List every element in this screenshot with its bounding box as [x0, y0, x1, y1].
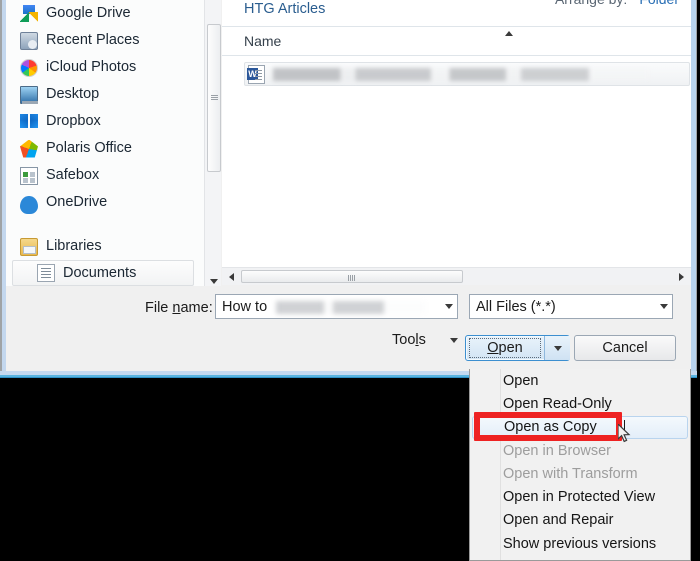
file-group-header: HTG Articles — [244, 1, 326, 17]
table-row[interactable] — [244, 62, 690, 86]
navigation-pane[interactable]: Google Drive Recent Places iCloud Photos… — [6, 0, 204, 290]
scroll-right-arrow-icon[interactable] — [673, 268, 690, 285]
sidebar-group-spacer — [6, 216, 204, 233]
menu-item-open-in-protected-view[interactable]: Open in Protected View — [470, 485, 690, 508]
sidebar-item-desktop[interactable]: Desktop — [6, 81, 204, 108]
scroll-left-arrow-icon[interactable] — [223, 268, 240, 285]
cancel-button[interactable]: Cancel — [574, 335, 676, 361]
menu-item-label: Open and Repair — [503, 512, 614, 529]
sidebar-item-icloud-photos[interactable]: iCloud Photos — [6, 54, 204, 81]
menu-item-show-previous-versions[interactable]: Show previous versions — [470, 532, 690, 555]
documents-library-icon — [37, 264, 55, 282]
file-type-dropdown[interactable]: All Files (*.*) — [469, 294, 673, 319]
menu-item-label: Open in Browser — [503, 442, 611, 459]
libraries-folder-icon — [20, 237, 38, 256]
safebox-icon — [20, 166, 38, 185]
menu-item-label: Show previous versions — [503, 535, 657, 552]
menu-item-label: Open with Transform — [503, 465, 638, 482]
tools-label: Tools — [392, 332, 426, 348]
menu-item-label: Open as Copy — [504, 419, 597, 436]
scrollbar-thumb[interactable] — [207, 24, 221, 172]
file-name-redacted — [273, 67, 649, 81]
chevron-down-icon[interactable] — [660, 304, 668, 309]
file-name-value: How to — [222, 299, 268, 315]
mouse-cursor-icon — [617, 422, 632, 444]
open-split-button[interactable]: Open — [465, 335, 570, 361]
menu-item-open-and-repair[interactable]: Open and Repair — [470, 509, 690, 532]
sidebar-item-label: Recent Places — [46, 32, 140, 49]
open-dropdown-toggle[interactable] — [544, 336, 570, 360]
polaris-office-icon — [20, 139, 38, 158]
menu-item-label: Open in Protected View — [503, 489, 656, 506]
dropbox-icon — [20, 112, 38, 131]
file-type-value: All Files (*.*) — [476, 299, 556, 315]
file-name-label: File name: — [145, 300, 213, 316]
sidebar-group-label: Libraries — [46, 238, 102, 255]
file-list-column-header[interactable]: Name — [222, 26, 691, 56]
icloud-photos-icon — [20, 58, 38, 77]
file-list-pane[interactable]: Arrange by: Folder HTG Articles Name — [222, 0, 691, 267]
arrange-by-value[interactable]: Folder — [639, 0, 679, 7]
sidebar-item-google-drive[interactable]: Google Drive — [6, 0, 204, 27]
sidebar-item-label: Desktop — [46, 86, 100, 103]
open-file-dialog: Google Drive Recent Places iCloud Photos… — [0, 0, 697, 378]
sidebar-item-safebox[interactable]: Safebox — [6, 162, 204, 189]
sidebar-group-libraries[interactable]: Libraries — [6, 233, 204, 260]
file-name-input[interactable]: How to — [215, 294, 458, 319]
chevron-down-icon — [553, 345, 562, 351]
menu-item-open-in-browser: Open in Browser — [470, 439, 690, 462]
sidebar-item-onedrive[interactable]: OneDrive — [6, 189, 204, 216]
chevron-down-icon[interactable] — [445, 304, 453, 309]
scrollbar-thumb[interactable] — [241, 270, 463, 283]
arrange-by-control[interactable]: Arrange by: Folder — [555, 0, 679, 7]
arrange-by-label: Arrange by: — [555, 0, 627, 7]
tools-button[interactable]: Tools — [392, 329, 464, 353]
focus-ring — [469, 338, 541, 358]
sidebar-item-label: Dropbox — [46, 113, 101, 130]
sidebar-item-label: Google Drive — [46, 5, 131, 22]
menu-item-open-with-transform: Open with Transform — [470, 462, 690, 485]
desktop-icon — [20, 85, 38, 104]
dialog-right-border — [691, 0, 697, 372]
screenshot-root: Google Drive Recent Places iCloud Photos… — [0, 0, 700, 561]
navigation-pane-scrollbar[interactable] — [204, 0, 221, 290]
sidebar-item-label: iCloud Photos — [46, 59, 137, 76]
menu-item-label: Open Read-Only — [503, 395, 612, 412]
open-button[interactable]: Open — [466, 336, 544, 360]
sidebar-item-label: OneDrive — [46, 194, 108, 211]
sidebar-item-documents[interactable]: Documents — [12, 260, 194, 286]
open-dropdown-menu[interactable]: Open Open Read-Only Open as Copy Open in… — [469, 369, 691, 561]
menu-item-open[interactable]: Open — [470, 369, 690, 392]
sidebar-item-recent-places[interactable]: Recent Places — [6, 27, 204, 54]
sidebar-item-label: Polaris Office — [46, 140, 132, 157]
cancel-button-label: Cancel — [602, 340, 648, 356]
sidebar-item-label: Safebox — [46, 167, 100, 184]
menu-item-label: Open — [503, 372, 539, 389]
file-name-value-redacted — [276, 301, 426, 314]
sidebar-item-label: Documents — [63, 264, 137, 281]
sidebar-item-polaris-office[interactable]: Polaris Office — [6, 135, 204, 162]
menu-item-open-as-copy[interactable]: Open as Copy — [472, 415, 688, 439]
black-background-region — [0, 378, 470, 561]
word-document-icon — [247, 64, 265, 84]
file-list-horizontal-scrollbar[interactable] — [222, 267, 691, 285]
recent-places-icon — [20, 31, 38, 50]
sort-ascending-icon — [505, 31, 513, 36]
menu-item-open-read-only[interactable]: Open Read-Only — [470, 392, 690, 415]
onedrive-icon — [20, 195, 38, 214]
sidebar-item-dropbox[interactable]: Dropbox — [6, 108, 204, 135]
google-drive-icon — [20, 4, 38, 23]
chevron-down-icon[interactable] — [450, 338, 458, 343]
column-header-name[interactable]: Name — [244, 33, 281, 49]
